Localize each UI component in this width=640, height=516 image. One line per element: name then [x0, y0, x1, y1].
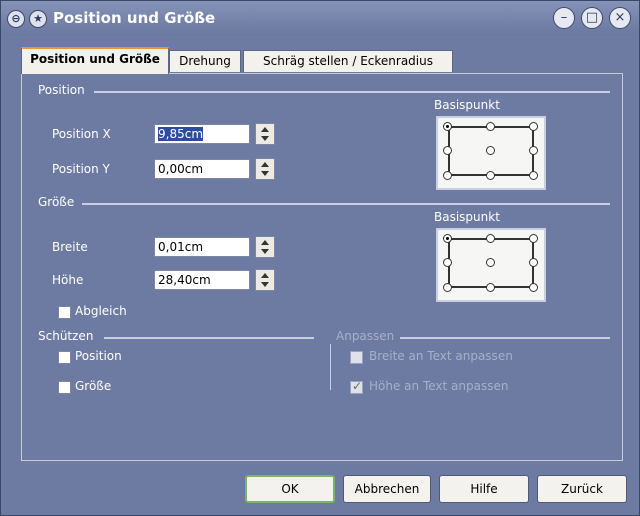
- basepoint-bottom-center[interactable]: [486, 171, 495, 180]
- position-x-spinner[interactable]: [255, 123, 275, 145]
- position-y-input[interactable]: 0,00cm: [154, 159, 250, 179]
- width-spinner[interactable]: [255, 236, 275, 258]
- keep-ratio-checkbox[interactable]: [58, 306, 71, 319]
- protect-size-label: Größe: [75, 379, 112, 393]
- title-bar[interactable]: ⊖ ★ Position und Größe – □ ×: [1, 1, 639, 35]
- size-basepoint-top-right[interactable]: [529, 234, 538, 243]
- protect-position-label: Position: [75, 349, 122, 363]
- size-basepoint-bottom-right[interactable]: [529, 283, 538, 292]
- fit-width-label: Breite an Text anpassen: [369, 349, 513, 363]
- size-basepoint-bottom-center[interactable]: [486, 283, 495, 292]
- size-basepoint-bottom-left[interactable]: [443, 283, 452, 292]
- height-label: Höhe: [52, 273, 84, 287]
- protect-position-checkbox[interactable]: [58, 351, 71, 364]
- size-basepoint-label: Basispunkt: [434, 210, 500, 224]
- maximize-icon[interactable]: □: [581, 7, 603, 29]
- reset-button[interactable]: Zurück: [537, 475, 627, 503]
- size-basepoint-middle-left[interactable]: [443, 258, 452, 267]
- ok-button[interactable]: OK: [245, 475, 335, 503]
- width-input[interactable]: 0,01cm: [154, 237, 250, 257]
- tab-panel: Position Position X 9,85cm Position Y 0,…: [21, 73, 623, 461]
- height-input[interactable]: 28,40cm: [154, 270, 250, 290]
- size-basepoint-top-left[interactable]: [443, 234, 452, 243]
- basepoint-top-right[interactable]: [529, 122, 538, 131]
- position-group-divider: [94, 91, 610, 93]
- basepoint-middle-left[interactable]: [443, 146, 452, 155]
- position-x-label: Position X: [52, 127, 111, 141]
- basepoint-top-left[interactable]: [443, 122, 452, 131]
- position-basepoint-selector: [436, 116, 546, 190]
- size-basepoint-top-center[interactable]: [486, 234, 495, 243]
- size-group-title: Größe: [38, 195, 75, 209]
- window-menu-icon[interactable]: ⊖: [7, 10, 25, 28]
- height-spinner[interactable]: [255, 269, 275, 291]
- basepoint-center[interactable]: [486, 146, 495, 155]
- position-group-title: Position: [38, 83, 85, 97]
- protect-group-divider: [104, 337, 314, 339]
- fit-height-label: Höhe an Text anpassen: [369, 379, 509, 393]
- size-basepoint-middle-right[interactable]: [529, 258, 538, 267]
- dialog-window: ⊖ ★ Position und Größe – □ × Position un…: [0, 0, 640, 516]
- basepoint-top-center[interactable]: [486, 122, 495, 131]
- fit-width-checkbox[interactable]: [350, 351, 363, 364]
- group-separator: [330, 344, 331, 390]
- protect-group-title: Schützen: [38, 329, 94, 343]
- position-y-spinner[interactable]: [255, 158, 275, 180]
- tab-position-und-groesse[interactable]: Position und Größe: [21, 47, 169, 74]
- position-basepoint-label: Basispunkt: [434, 98, 500, 112]
- size-group-divider: [82, 203, 610, 205]
- window-title: Position und Größe: [53, 9, 216, 27]
- basepoint-middle-right[interactable]: [529, 146, 538, 155]
- close-icon[interactable]: ×: [609, 7, 631, 29]
- keep-ratio-label: Abgleich: [75, 304, 127, 318]
- minimize-icon[interactable]: –: [553, 7, 575, 29]
- tab-drehung[interactable]: Drehung: [169, 50, 241, 72]
- position-y-label: Position Y: [52, 162, 110, 176]
- position-x-input[interactable]: 9,85cm: [154, 124, 250, 144]
- basepoint-bottom-right[interactable]: [529, 171, 538, 180]
- size-basepoint-selector: [436, 228, 546, 302]
- cancel-button[interactable]: Abbrechen: [343, 475, 431, 503]
- size-basepoint-center[interactable]: [486, 258, 495, 267]
- basepoint-bottom-left[interactable]: [443, 171, 452, 180]
- fit-height-checkbox[interactable]: [350, 379, 363, 394]
- adapt-group-title: Anpassen: [336, 329, 395, 343]
- adapt-group-divider: [400, 337, 610, 339]
- pin-icon[interactable]: ★: [29, 10, 47, 28]
- tab-schraeg-stellen[interactable]: Schräg stellen / Eckenradius: [243, 50, 453, 72]
- width-label: Breite: [52, 240, 88, 254]
- help-button[interactable]: Hilfe: [439, 475, 529, 503]
- protect-size-checkbox[interactable]: [58, 381, 71, 394]
